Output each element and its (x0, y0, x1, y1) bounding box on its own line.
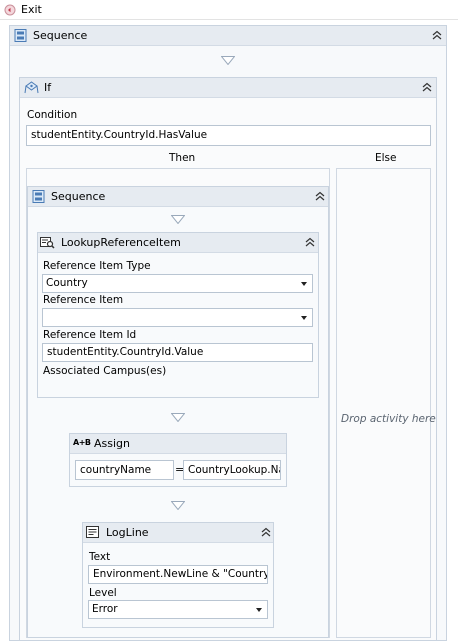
log-icon (86, 526, 100, 539)
drop-arrow-icon[interactable] (170, 500, 186, 511)
else-label: Else (375, 152, 397, 164)
text-label: Text (89, 551, 111, 563)
outer-sequence-header: Sequence (10, 26, 446, 46)
lookup-header: LookupReferenceItem (38, 233, 318, 253)
reference-item-type-select[interactable]: Country (42, 274, 313, 293)
sequence-icon (14, 29, 27, 42)
reference-item-id-field[interactable]: studentEntity.CountryId.Value (42, 343, 313, 362)
drop-activity-placeholder: Drop activity here (341, 413, 436, 425)
else-branch[interactable] (336, 168, 431, 638)
drop-arrow-icon[interactable] (220, 55, 236, 66)
if-header: If (20, 78, 436, 98)
log-text-field[interactable]: Environment.NewLine & "Country:" (88, 565, 268, 584)
assign-value-field[interactable]: CountryLookup.Na (183, 460, 281, 480)
condition-label: Condition (27, 109, 78, 121)
log-level-select[interactable]: Error (88, 600, 268, 619)
collapse-icon[interactable] (314, 190, 326, 202)
reference-item-select[interactable] (42, 308, 313, 327)
assign-icon: A+B (73, 438, 91, 447)
inner-sequence-header: Sequence (28, 187, 328, 207)
dropdown-arrow-icon (301, 316, 307, 320)
then-label: Then (169, 152, 196, 164)
assign-title: Assign (94, 437, 130, 450)
collapse-icon[interactable] (431, 29, 443, 41)
window-title: Exit (21, 3, 42, 16)
drop-arrow-icon[interactable] (170, 412, 186, 423)
assign-header: A+B Assign (70, 434, 286, 454)
reference-item-type-label: Reference Item Type (43, 260, 151, 272)
assign-to-field[interactable]: countryName (75, 460, 174, 480)
log-level-value: Error (92, 603, 118, 615)
exit-icon (4, 4, 16, 16)
reference-item-id-label: Reference Item Id (43, 329, 137, 341)
inner-sequence-title: Sequence (51, 190, 106, 203)
dropdown-arrow-icon (301, 282, 307, 286)
collapse-icon[interactable] (421, 81, 433, 93)
reference-item-type-value: Country (46, 277, 88, 289)
associated-campus-label: Associated Campus(es) (43, 365, 167, 377)
lookup-title: LookupReferenceItem (61, 236, 181, 249)
condition-field[interactable]: studentEntity.CountryId.HasValue (26, 125, 431, 146)
title-bar: Exit (0, 0, 458, 20)
reference-item-label: Reference Item (43, 294, 124, 306)
if-title: If (44, 81, 52, 94)
collapse-icon[interactable] (260, 526, 272, 538)
level-label: Level (89, 587, 117, 599)
logline-header: LogLine (83, 523, 273, 543)
lookup-icon (40, 236, 55, 249)
outer-sequence-title: Sequence (33, 29, 88, 42)
logline-title: LogLine (106, 526, 149, 539)
drop-arrow-icon[interactable] (170, 214, 186, 225)
if-icon (24, 81, 39, 94)
dropdown-arrow-icon (256, 608, 262, 612)
collapse-icon[interactable] (304, 236, 316, 248)
sequence-icon (32, 190, 45, 203)
